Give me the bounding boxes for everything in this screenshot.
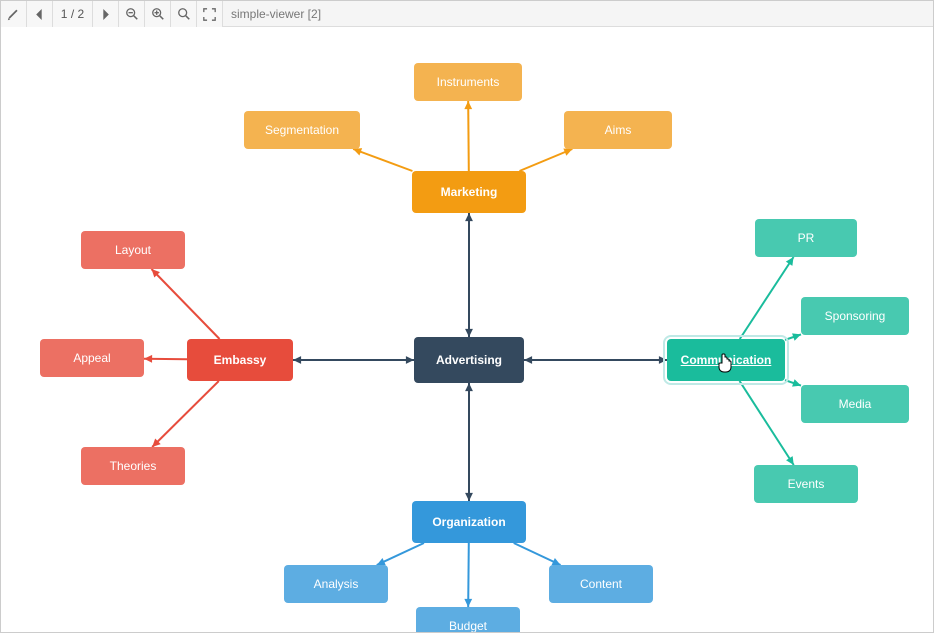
- node-layout[interactable]: Layout: [81, 231, 185, 269]
- node-sponsoring[interactable]: Sponsoring: [801, 297, 909, 335]
- node-label: Embassy: [214, 353, 267, 367]
- node-label: Analysis: [314, 577, 359, 591]
- page-indicator: 1 / 2: [53, 1, 93, 27]
- node-label: Advertising: [436, 353, 502, 367]
- node-label: PR: [798, 231, 815, 245]
- app-window: 1 / 2 simple-viewer [2] Advertising Marke…: [0, 0, 934, 633]
- node-content[interactable]: Content: [549, 565, 653, 603]
- node-label: Segmentation: [265, 123, 339, 137]
- node-instruments[interactable]: Instruments: [414, 63, 522, 101]
- zoom-reset-button[interactable]: [171, 1, 197, 27]
- node-media[interactable]: Media: [801, 385, 909, 423]
- page-total: 2: [78, 7, 85, 21]
- node-label: Theories: [110, 459, 157, 473]
- node-label: Organization: [432, 515, 505, 529]
- document-title: simple-viewer [2]: [223, 1, 933, 26]
- arrow-left-icon: [34, 9, 45, 20]
- node-central[interactable]: Advertising: [414, 337, 524, 383]
- node-organization[interactable]: Organization: [412, 501, 526, 543]
- node-theories[interactable]: Theories: [81, 447, 185, 485]
- node-label: Media: [839, 397, 872, 411]
- node-label: Instruments: [437, 75, 500, 89]
- node-label: Layout: [115, 243, 151, 257]
- node-label: Communication: [681, 353, 772, 367]
- zoom-in-button[interactable]: [145, 1, 171, 27]
- zoom-in-icon: [151, 7, 165, 21]
- diagram-canvas[interactable]: Advertising Marketing Communication Organiz…: [1, 27, 933, 632]
- node-label: Sponsoring: [825, 309, 886, 323]
- node-label: Events: [788, 477, 825, 491]
- edit-icon: [7, 8, 20, 21]
- node-label: Aims: [605, 123, 632, 137]
- arrow-right-icon: [100, 9, 111, 20]
- zoom-reset-icon: [177, 7, 191, 21]
- node-events[interactable]: Events: [754, 465, 858, 503]
- node-label: Marketing: [441, 185, 498, 199]
- node-pr[interactable]: PR: [755, 219, 857, 257]
- node-segmentation[interactable]: Segmentation: [244, 111, 360, 149]
- zoom-out-button[interactable]: [119, 1, 145, 27]
- node-budget[interactable]: Budget: [416, 607, 520, 632]
- node-label: Appeal: [73, 351, 110, 365]
- node-label: Content: [580, 577, 622, 591]
- node-embassy[interactable]: Embassy: [187, 339, 293, 381]
- toolbar: 1 / 2 simple-viewer [2]: [1, 1, 933, 27]
- prev-page-button[interactable]: [27, 1, 53, 27]
- node-aims[interactable]: Aims: [564, 111, 672, 149]
- next-page-button[interactable]: [93, 1, 119, 27]
- fullscreen-button[interactable]: [197, 1, 223, 27]
- page-current: 1: [61, 7, 68, 21]
- node-label: Budget: [449, 619, 487, 632]
- node-appeal[interactable]: Appeal: [40, 339, 144, 377]
- node-analysis[interactable]: Analysis: [284, 565, 388, 603]
- zoom-out-icon: [125, 7, 139, 21]
- node-marketing[interactable]: Marketing: [412, 171, 526, 213]
- fullscreen-icon: [203, 8, 216, 21]
- edit-button[interactable]: [1, 1, 27, 27]
- node-communication[interactable]: Communication: [667, 339, 785, 381]
